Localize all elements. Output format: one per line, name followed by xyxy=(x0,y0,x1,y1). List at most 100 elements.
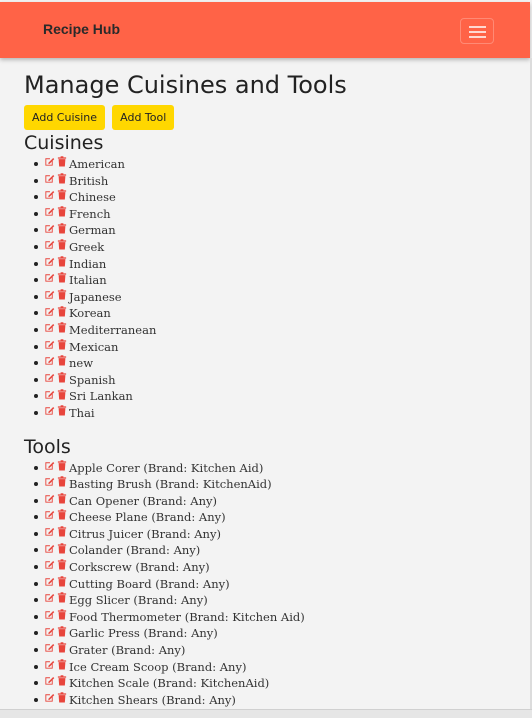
item-label: Italian xyxy=(69,273,107,288)
trash-icon[interactable] xyxy=(57,508,67,525)
trash-icon[interactable] xyxy=(57,271,67,288)
edit-icon[interactable] xyxy=(44,558,55,575)
list-item: Cutting Board (Brand: Any) xyxy=(34,576,524,593)
trash-icon[interactable] xyxy=(57,558,67,575)
edit-icon[interactable] xyxy=(44,475,55,492)
edit-icon[interactable] xyxy=(44,288,55,305)
item-label: Can Opener (Brand: Any) xyxy=(69,493,217,508)
edit-icon[interactable] xyxy=(44,691,55,708)
edit-icon[interactable] xyxy=(44,525,55,542)
item-label: Ice Cream Scoop (Brand: Any) xyxy=(69,659,247,674)
item-label: Garlic Press (Brand: Any) xyxy=(69,626,218,641)
edit-icon[interactable] xyxy=(44,188,55,205)
trash-icon[interactable] xyxy=(57,625,67,642)
trash-icon[interactable] xyxy=(57,608,67,625)
trash-icon[interactable] xyxy=(57,641,67,658)
edit-icon[interactable] xyxy=(44,172,55,189)
edit-icon[interactable] xyxy=(44,388,55,405)
list-item: new xyxy=(34,355,524,372)
bullet-icon xyxy=(34,162,38,166)
edit-icon[interactable] xyxy=(44,271,55,288)
trash-icon[interactable] xyxy=(57,172,67,189)
trash-icon[interactable] xyxy=(57,591,67,608)
trash-icon[interactable] xyxy=(57,188,67,205)
trash-icon[interactable] xyxy=(57,575,67,592)
item-label: Kitchen Scale (Brand: KitchenAid) xyxy=(69,676,270,691)
trash-icon[interactable] xyxy=(57,305,67,322)
bullet-icon xyxy=(34,581,38,586)
add-tool-button[interactable]: Add Tool xyxy=(112,105,175,130)
edit-icon[interactable] xyxy=(44,155,55,172)
edit-icon[interactable] xyxy=(44,338,55,355)
trash-icon[interactable] xyxy=(57,475,67,492)
bullet-icon xyxy=(34,211,38,216)
hamburger-menu-icon[interactable] xyxy=(460,18,494,44)
list-item: Chinese xyxy=(34,189,524,206)
edit-icon[interactable] xyxy=(44,591,55,608)
edit-icon[interactable] xyxy=(44,255,55,272)
edit-icon[interactable] xyxy=(44,205,55,222)
edit-icon[interactable] xyxy=(44,459,55,476)
trash-icon[interactable] xyxy=(57,255,67,272)
edit-icon[interactable] xyxy=(44,575,55,592)
list-item: Italian xyxy=(34,272,524,289)
trash-icon[interactable] xyxy=(57,542,67,559)
edit-icon[interactable] xyxy=(44,238,55,255)
trash-icon[interactable] xyxy=(57,371,67,388)
trash-icon[interactable] xyxy=(57,658,67,675)
list-item: German xyxy=(34,222,524,239)
item-label: Korean xyxy=(69,306,111,321)
trash-icon[interactable] xyxy=(57,459,67,476)
add-cuisine-button[interactable]: Add Cuisine xyxy=(24,105,106,130)
list-item: Sri Lankan xyxy=(34,388,524,405)
trash-icon[interactable] xyxy=(57,525,67,542)
edit-icon[interactable] xyxy=(44,404,55,421)
brand-logo-text[interactable]: Recipe Hub xyxy=(43,21,120,37)
edit-icon[interactable] xyxy=(44,641,55,658)
main-content: Manage Cuisines and Tools Add Cuisine Ad… xyxy=(24,70,524,708)
bullet-icon xyxy=(34,598,38,603)
edit-icon[interactable] xyxy=(44,305,55,322)
trash-icon[interactable] xyxy=(57,238,67,255)
edit-icon[interactable] xyxy=(44,321,55,338)
edit-icon[interactable] xyxy=(44,492,55,509)
edit-icon[interactable] xyxy=(44,608,55,625)
edit-icon[interactable] xyxy=(44,371,55,388)
trash-icon[interactable] xyxy=(57,388,67,405)
bullet-icon xyxy=(34,244,38,249)
edit-icon[interactable] xyxy=(44,542,55,559)
bullet-icon xyxy=(34,681,38,686)
trash-icon[interactable] xyxy=(57,674,67,691)
trash-icon[interactable] xyxy=(57,222,67,239)
trash-icon[interactable] xyxy=(57,288,67,305)
bullet-icon xyxy=(34,565,38,570)
item-label: Greek xyxy=(69,239,105,254)
edit-icon[interactable] xyxy=(44,674,55,691)
item-label: Basting Brush (Brand: KitchenAid) xyxy=(69,477,272,492)
trash-icon[interactable] xyxy=(57,155,67,172)
trash-icon[interactable] xyxy=(57,492,67,509)
edit-icon[interactable] xyxy=(44,625,55,642)
bullet-icon xyxy=(34,664,38,669)
trash-icon[interactable] xyxy=(57,404,67,421)
edit-icon[interactable] xyxy=(44,222,55,239)
trash-icon[interactable] xyxy=(57,338,67,355)
item-label: Cheese Plane (Brand: Any) xyxy=(69,510,226,525)
edit-icon[interactable] xyxy=(44,354,55,371)
list-item: Apple Corer (Brand: Kitchen Aid) xyxy=(34,459,524,477)
trash-icon[interactable] xyxy=(57,691,67,708)
cuisines-heading: Cuisines xyxy=(24,132,104,154)
item-label: Mediterranean xyxy=(69,322,157,337)
trash-icon[interactable] xyxy=(57,205,67,222)
bullet-icon xyxy=(34,614,38,619)
bullet-icon xyxy=(34,294,38,299)
edit-icon[interactable] xyxy=(44,658,55,675)
list-item: Food Thermometer (Brand: Kitchen Aid) xyxy=(34,609,524,626)
trash-icon[interactable] xyxy=(57,321,67,338)
edit-icon[interactable] xyxy=(44,508,55,525)
item-label: Egg Slicer (Brand: Any) xyxy=(69,593,208,608)
list-item: Mexican xyxy=(34,339,524,356)
trash-icon[interactable] xyxy=(57,354,67,371)
bullet-icon xyxy=(34,648,38,653)
bullet-icon xyxy=(34,195,38,200)
